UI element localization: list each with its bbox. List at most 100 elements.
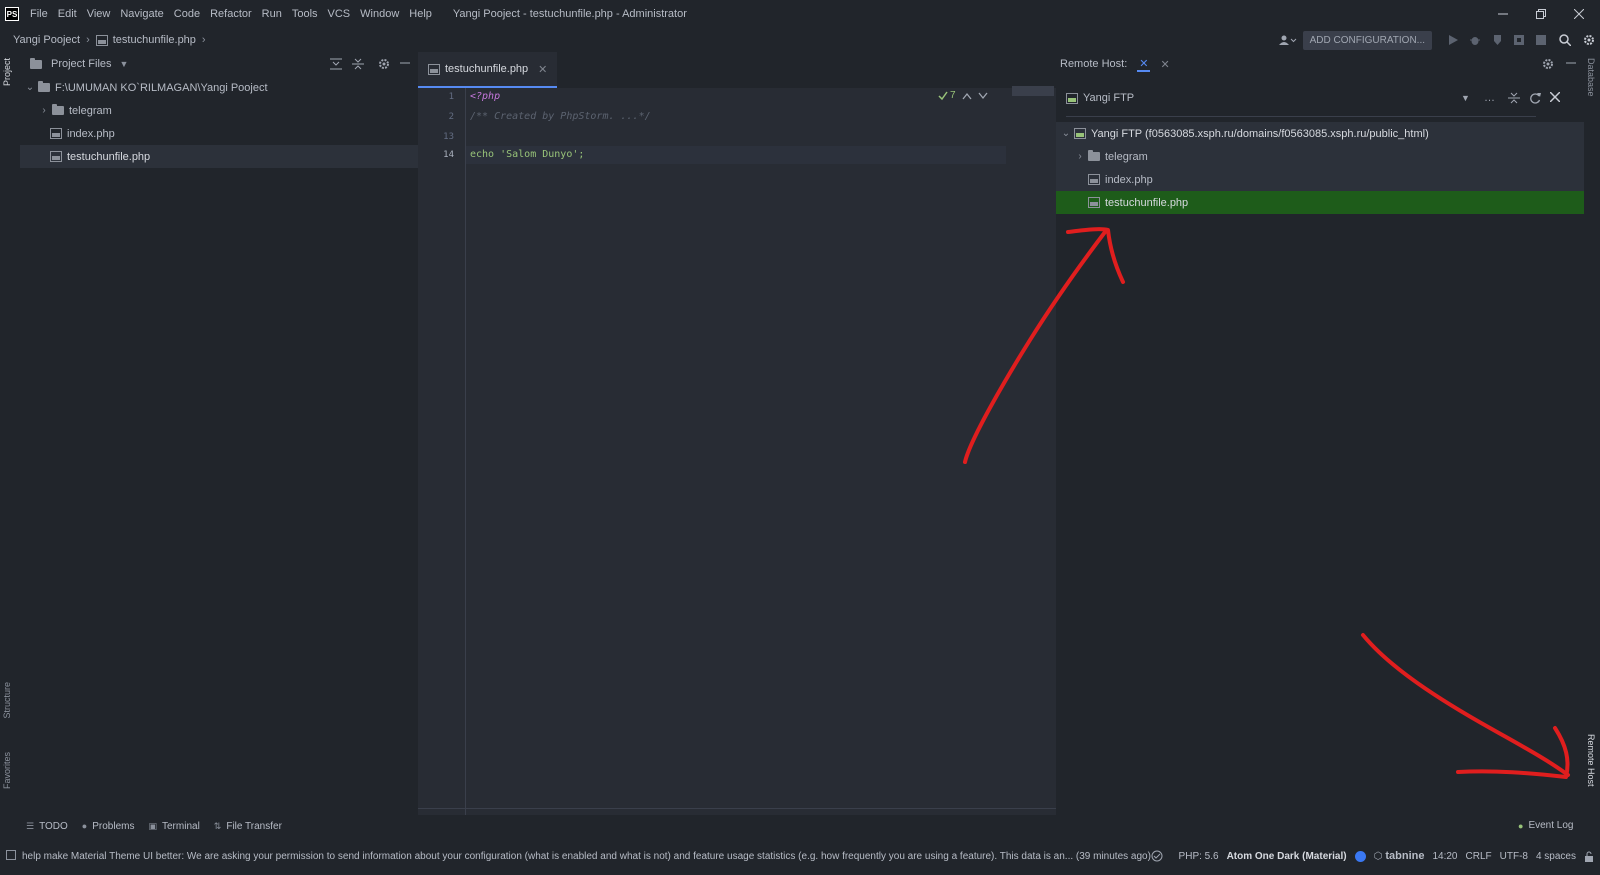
restore-window-button[interactable] [1522, 0, 1560, 28]
stop-icon[interactable] [1530, 28, 1552, 52]
accent-color-dot-icon[interactable] [1354, 850, 1366, 862]
tool-label: TODO [39, 820, 68, 832]
menu-edit[interactable]: Edit [53, 0, 82, 28]
code-line[interactable]: echo 'Salom Dunyo'; [470, 149, 584, 160]
chevron-up-icon[interactable] [962, 92, 972, 100]
chevron-down-icon[interactable]: ⌄ [24, 82, 36, 93]
lock-icon[interactable] [1584, 851, 1594, 862]
code-line[interactable]: <?php [470, 91, 500, 102]
menu-refactor[interactable]: Refactor [205, 0, 257, 28]
hide-panel-icon[interactable] [1566, 58, 1576, 70]
tree-item-index-php[interactable]: index.php [20, 122, 418, 145]
terminal-tool-button[interactable]: ▣ Terminal [148, 821, 199, 832]
line-number: 13 [443, 132, 454, 142]
menu-navigate[interactable]: Navigate [115, 0, 168, 28]
remote-root-row[interactable]: ⌄ Yangi FTP (f0563085.xsph.ru/domains/f0… [1056, 122, 1584, 145]
remote-item-label: index.php [1105, 173, 1153, 186]
event-log-button[interactable]: ● Event Log [1518, 820, 1573, 831]
close-window-button[interactable] [1560, 0, 1598, 28]
remote-host-tool-tab[interactable]: Remote Host [1586, 734, 1596, 787]
run-toolbar: ADD CONFIGURATION... [1273, 28, 1600, 52]
editor-tab-testuchunfile[interactable]: testuchunfile.php ✕ [418, 52, 558, 88]
project-tool-tab[interactable]: Project [2, 58, 12, 86]
chevron-right-icon[interactable]: › [1074, 151, 1086, 162]
remote-item-index-php[interactable]: index.php [1056, 168, 1584, 191]
project-root-row[interactable]: ⌄ F:\UMUMAN KO`RILMAGAN\Yangi Pooject [20, 76, 418, 99]
close-icon[interactable] [1550, 92, 1560, 102]
breadcrumb-file[interactable]: testuchunfile.php [113, 34, 196, 46]
hide-panel-icon[interactable] [400, 58, 410, 70]
status-message[interactable]: help make Material Theme UI better: We a… [22, 851, 1151, 862]
problems-tool-button[interactable]: ● Problems [82, 821, 135, 832]
settings-gear-icon[interactable] [1578, 28, 1600, 52]
tabnine-widget[interactable]: ⬡ tabnine [1374, 850, 1425, 862]
add-configuration-button[interactable]: ADD CONFIGURATION... [1302, 30, 1432, 50]
status-toggle-icon[interactable] [6, 850, 16, 860]
php-version[interactable]: PHP: 5.6 [1179, 851, 1219, 862]
file-encoding[interactable]: UTF-8 [1500, 851, 1528, 862]
coverage-icon[interactable] [1486, 28, 1508, 52]
close-icon[interactable]: ✕ [1160, 58, 1169, 71]
settings-gear-icon[interactable] [1542, 58, 1554, 70]
file-transfer-tool-button[interactable]: ⇅ File Transfer [214, 821, 282, 832]
server-name: Yangi FTP [1083, 92, 1135, 104]
menu-help[interactable]: Help [404, 0, 437, 28]
server-selector[interactable]: Yangi FTP ▼ … [1056, 86, 1584, 110]
code-line[interactable]: /** Created by PhpStorm. ...*/ [470, 111, 651, 122]
settings-gear-icon[interactable] [378, 58, 390, 70]
profile-icon[interactable] [1508, 28, 1530, 52]
chevron-down-icon[interactable]: ⌄ [1060, 128, 1072, 139]
inspection-status-icon[interactable] [1151, 850, 1163, 862]
collapse-all-icon[interactable] [352, 58, 364, 70]
chevron-down-icon[interactable] [978, 92, 988, 100]
title-bar: PS File Edit View Navigate Code Refactor… [0, 0, 1600, 28]
menu-run[interactable]: Run [257, 0, 287, 28]
project-view-selector[interactable]: Project Files [51, 58, 112, 70]
tree-item-label: index.php [67, 127, 115, 140]
tree-item-testuchunfile-php[interactable]: testuchunfile.php [20, 145, 418, 168]
menu-view[interactable]: View [82, 0, 116, 28]
user-account-icon[interactable] [1273, 28, 1303, 52]
folder-icon [1088, 150, 1100, 161]
run-icon[interactable] [1442, 28, 1464, 52]
database-tool-tab[interactable]: Database [1586, 58, 1596, 97]
debug-icon[interactable] [1464, 28, 1486, 52]
menu-window[interactable]: Window [355, 0, 404, 28]
tool-label: Problems [92, 820, 135, 832]
dropdown-arrow-icon[interactable]: ▼ [1461, 93, 1470, 103]
menu-file[interactable]: File [25, 0, 53, 28]
breadcrumb-project[interactable]: Yangi Pooject [13, 34, 80, 46]
more-options-icon[interactable]: … [1484, 92, 1495, 104]
todo-tool-button[interactable]: ☰ TODO [26, 821, 68, 832]
favorites-tool-tab[interactable]: Favorites [2, 752, 12, 789]
caret-position[interactable]: 14:20 [1432, 851, 1457, 862]
tree-item-label: testuchunfile.php [67, 150, 151, 163]
minimize-window-button[interactable] [1484, 0, 1522, 28]
structure-tool-tab[interactable]: Structure [2, 682, 12, 719]
collapse-all-icon[interactable] [1508, 92, 1520, 104]
menu-code[interactable]: Code [169, 0, 205, 28]
menu-vcs[interactable]: VCS [323, 0, 356, 28]
remote-host-panel: Remote Host: ✕ ✕ Yangi FTP ▼ … ⌄ Yangi F… [1056, 52, 1584, 815]
refresh-icon[interactable] [1529, 92, 1541, 104]
tree-item-telegram[interactable]: › telegram [20, 99, 418, 122]
minimize-icon [1498, 13, 1508, 15]
close-tab-icon[interactable]: ✕ [538, 63, 547, 76]
line-separator[interactable]: CRLF [1466, 851, 1492, 862]
remote-item-telegram[interactable]: › telegram [1056, 145, 1584, 168]
inspection-widget[interactable]: 7 [938, 90, 988, 101]
code-minimap[interactable] [1012, 86, 1054, 96]
theme-name[interactable]: Atom One Dark (Material) [1227, 851, 1347, 862]
remote-item-label: testuchunfile.php [1105, 196, 1189, 209]
project-panel-header: Project Files ▼ [20, 52, 418, 76]
expand-all-icon[interactable] [330, 58, 342, 70]
indent-setting[interactable]: 4 spaces [1536, 851, 1576, 862]
tool-windows-bar: ☰ TODO ● Problems ▣ Terminal ⇅ File Tran… [0, 815, 1600, 837]
menu-tools[interactable]: Tools [287, 0, 323, 28]
project-root-label: F:\UMUMAN KO`RILMAGAN\Yangi Pooject [55, 81, 268, 94]
dropdown-arrow-icon[interactable]: ▼ [120, 59, 129, 69]
remote-host-tab-close-icon[interactable]: ✕ [1137, 57, 1151, 72]
search-icon[interactable] [1552, 28, 1578, 52]
chevron-right-icon[interactable]: › [38, 105, 50, 116]
remote-item-testuchunfile-php[interactable]: testuchunfile.php [1056, 191, 1584, 214]
